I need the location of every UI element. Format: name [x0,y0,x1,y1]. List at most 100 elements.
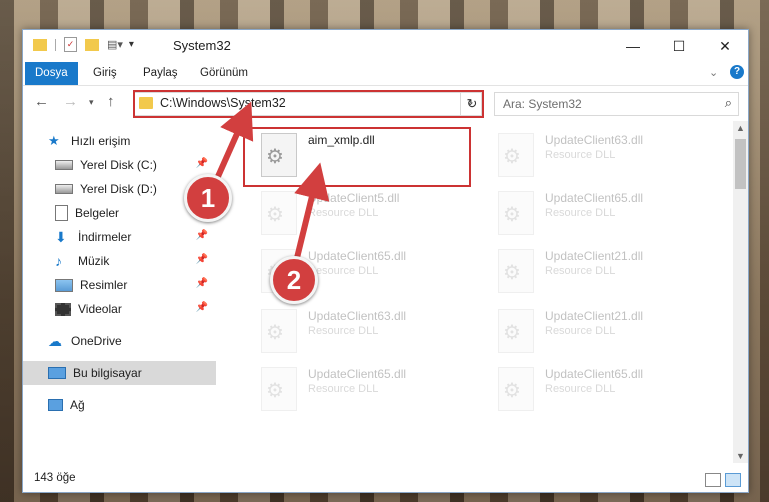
computer-icon [48,367,66,379]
file-item[interactable]: ⚙ UpdateClient65.dll Resource DLL [490,361,715,413]
sidebar-item-label: Videolar [78,302,122,316]
download-icon: ⬇ [55,229,67,245]
file-name: UpdateClient5.dll [308,191,400,205]
recent-locations-icon[interactable]: ▾ [89,97,94,108]
window-title: System32 [173,38,231,53]
sidebar-item-label: Müzik [78,254,110,268]
file-item[interactable]: ⚙ UpdateClient63.dll Resource DLL [253,303,478,355]
cloud-icon: ☁ [48,333,62,349]
sidebar-item-quick-access[interactable]: ★ Hızlı erişim [23,129,216,153]
navigation-pane: ★ Hızlı erişim Yerel Disk (C:) 📌 Yerel D… [23,121,218,463]
dll-file-icon: ⚙ [261,367,297,411]
gear-icon: ⚙ [266,322,284,344]
file-explorer-window: ✓ ▤▾ ▾ System32 — ☐ ✕ Dosya Giriş Paylaş… [22,29,749,493]
file-item[interactable]: ⚙ UpdateClient63.dll Resource DLL [490,127,715,179]
file-item[interactable]: ⚙ UpdateClient65.dll Resource DLL [490,185,715,237]
drive-icon [55,184,73,194]
file-name: UpdateClient63.dll [308,309,407,323]
forward-arrow-icon[interactable]: → [63,93,78,110]
tab-view[interactable]: Görünüm [190,62,258,85]
pin-icon: 📌 [195,254,208,265]
search-input[interactable]: Ara: System32 ⌕ [494,92,739,116]
sidebar-item-downloads[interactable]: ⬇ İndirmeler 📌 [23,225,216,249]
file-item[interactable]: ⚙ UpdateClient21.dll Resource DLL [490,243,715,295]
sidebar-item-local-disk-c[interactable]: Yerel Disk (C:) 📌 [23,153,216,177]
sidebar-item-pictures[interactable]: Resimler 📌 [23,273,216,297]
step-1-badge: 1 [184,174,232,222]
sidebar-item-label: Belgeler [75,206,120,220]
ribbon: Dosya Giriş Paylaş Görünüm ⌄ ? [23,62,748,86]
scrollbar-thumb[interactable] [735,139,746,189]
file-description: Resource DLL [545,265,616,277]
minimize-button[interactable]: — [610,30,656,62]
step-2-badge: 2 [270,256,318,304]
address-highlight-box [133,90,484,118]
sidebar-item-onedrive[interactable]: ☁ OneDrive [23,329,216,353]
gear-icon: ⚙ [266,204,284,226]
dll-file-icon: ⚙ [498,191,534,235]
network-icon [48,399,63,411]
sidebar-item-videos[interactable]: Videolar 📌 [23,297,216,321]
pin-icon: 📌 [195,230,208,241]
sidebar-item-label: Hızlı erişim [71,134,131,148]
search-icon: ⌕ [724,95,732,110]
file-name: UpdateClient65.dll [308,367,407,381]
gear-icon: ⚙ [266,380,284,402]
file-name: UpdateClient21.dll [545,309,644,323]
file-description: Resource DLL [545,383,616,395]
gear-icon: ⚙ [503,380,521,402]
dll-file-icon: ⚙ [498,309,534,353]
back-arrow-icon[interactable]: ← [34,93,49,110]
file-description: Resource DLL [545,149,616,161]
file-name: UpdateClient21.dll [545,249,644,263]
music-icon: ♪ [55,253,62,269]
pictures-icon [55,278,73,292]
file-name: UpdateClient65.dll [545,367,644,381]
sidebar-item-label: OneDrive [71,334,122,348]
file-description: Resource DLL [308,207,379,219]
item-count: 143 öğe [34,472,76,484]
sidebar-item-music[interactable]: ♪ Müzik 📌 [23,249,216,273]
file-item[interactable]: ⚙ UpdateClient65.dll Resource DLL [253,361,478,413]
large-icons-view-icon[interactable] [725,473,741,487]
chevron-down-icon[interactable]: ▾ [129,39,134,50]
file-name: UpdateClient63.dll [545,133,644,147]
gear-icon: ⚙ [503,322,521,344]
file-description: Resource DLL [308,325,379,337]
pin-icon: 📌 [195,158,208,169]
video-icon [55,302,71,316]
sidebar-item-this-pc[interactable]: Bu bilgisayar [23,361,216,385]
maximize-button[interactable]: ☐ [656,30,702,62]
help-icon[interactable]: ? [730,65,744,79]
file-description: Resource DLL [308,383,379,395]
close-button[interactable]: ✕ [702,30,748,62]
sidebar-item-label: Yerel Disk (D:) [80,182,157,196]
expand-ribbon-icon[interactable]: ⌄ [709,66,718,79]
sidebar-item-label: Yerel Disk (C:) [80,158,157,172]
customize-icon[interactable]: ▤▾ [107,38,123,51]
dll-file-icon: ⚙ [498,133,534,177]
file-name: UpdateClient65.dll [308,249,407,263]
sidebar-item-network[interactable]: Ağ [23,393,216,417]
scroll-down-icon[interactable]: ▼ [736,451,745,461]
tab-home[interactable]: Giriş [83,62,127,85]
file-description: Resource DLL [545,207,616,219]
title-bar: ✓ ▤▾ ▾ System32 — ☐ ✕ [23,30,748,62]
vertical-scrollbar[interactable]: ▲ ▼ [733,121,748,463]
separator [55,38,56,51]
tab-share[interactable]: Paylaş [133,62,188,85]
file-item[interactable]: ⚙ UpdateClient21.dll Resource DLL [490,303,715,355]
search-placeholder: Ara: System32 [503,97,582,111]
gear-icon: ⚙ [503,262,521,284]
quick-access-toolbar: ✓ ▤▾ ▾ [33,37,134,52]
folder-icon[interactable] [33,38,47,51]
details-view-icon[interactable] [705,473,721,487]
properties-icon[interactable]: ✓ [64,37,77,52]
up-arrow-icon[interactable]: ↑ [107,93,115,110]
dll-file-icon: ⚙ [261,309,297,353]
scroll-up-icon[interactable]: ▲ [736,123,745,133]
new-folder-icon[interactable] [85,38,99,51]
tab-file[interactable]: Dosya [25,62,78,85]
file-item[interactable]: ⚙ UpdateClient5.dll Resource DLL [253,185,478,237]
status-bar: 143 öğe [23,467,748,492]
